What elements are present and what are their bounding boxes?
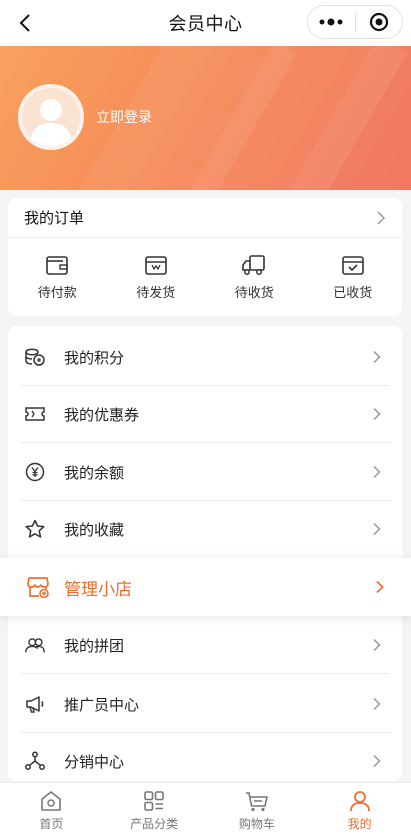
orders-card: 我的订单 待付款 待发货 待收货 已收货	[8, 198, 402, 316]
coins-icon	[24, 346, 46, 368]
avatar[interactable]	[18, 84, 84, 150]
bottom-tab-bar: 首页 产品分类 购物车 我的	[0, 782, 411, 838]
chevron-right-icon	[370, 522, 384, 536]
menu-item-coupons[interactable]: 我的优惠券	[8, 385, 402, 443]
menu-item-label: 我的余额	[64, 463, 125, 482]
order-status-label: 待发货	[136, 285, 176, 301]
orders-title: 我的订单	[24, 209, 85, 227]
more-button[interactable]	[308, 6, 355, 38]
chevron-right-icon	[370, 754, 384, 768]
back-button[interactable]	[10, 8, 40, 38]
order-status-pending-payment[interactable]: 待付款	[8, 238, 107, 316]
order-status-pending-shipment[interactable]: 待发货	[107, 238, 206, 316]
category-icon	[144, 790, 164, 811]
chevron-right-icon	[370, 350, 384, 364]
cart-icon	[245, 791, 268, 811]
menu-item-points[interactable]: 我的积分	[8, 328, 402, 386]
chevron-right-icon	[377, 210, 386, 225]
target-icon	[369, 12, 388, 32]
menu-item-label: 推广员中心	[64, 695, 140, 714]
menu-item-favorites[interactable]: 我的收藏	[8, 500, 402, 558]
truck-icon	[242, 254, 266, 275]
star-icon	[24, 518, 46, 540]
chevron-right-icon	[370, 407, 384, 421]
chevron-right-icon	[370, 638, 384, 652]
orders-header[interactable]: 我的订单	[8, 198, 402, 238]
tab-label: 我的	[347, 816, 372, 831]
top-nav-bar: 会员中心	[0, 0, 411, 46]
wallet-icon	[46, 255, 69, 275]
manage-shop-button[interactable]: 管理小店	[0, 558, 411, 616]
coupon-icon	[24, 403, 46, 425]
order-status-label: 待收货	[234, 285, 274, 301]
box-check-icon	[341, 255, 364, 275]
menu-item-label: 我的优惠券	[64, 405, 140, 424]
default-avatar-icon	[30, 99, 72, 146]
tab-label: 产品分类	[130, 816, 179, 831]
tab-label: 购物车	[238, 816, 275, 831]
menu-item-balance[interactable]: 我的余额	[8, 443, 402, 501]
profile-header: 立即登录	[0, 46, 411, 190]
package-icon	[144, 255, 167, 275]
chevron-left-icon	[19, 14, 30, 32]
share-icon	[24, 750, 46, 772]
menu-item-label: 我的积分	[64, 348, 125, 367]
order-status-pending-receipt[interactable]: 待收货	[205, 238, 304, 316]
more-dots-icon	[319, 18, 343, 26]
order-status-label: 已收货	[333, 285, 373, 301]
tab-categories[interactable]: 产品分类	[103, 783, 206, 838]
home-icon	[41, 790, 62, 811]
menu-item-promoter-center[interactable]: 推广员中心	[8, 675, 402, 733]
tab-home[interactable]: 首页	[0, 783, 103, 838]
megaphone-icon	[24, 693, 46, 715]
order-status-received[interactable]: 已收货	[304, 238, 403, 316]
chevron-right-icon	[376, 580, 384, 594]
tab-mine[interactable]: 我的	[308, 783, 411, 838]
user-icon	[349, 790, 370, 811]
chevron-right-icon	[370, 697, 384, 711]
page-title: 会员中心	[168, 14, 243, 35]
menu-item-label: 我的收藏	[64, 520, 125, 539]
login-link[interactable]: 立即登录	[96, 107, 152, 127]
group-icon	[24, 634, 46, 656]
menu-item-group-buy[interactable]: 我的拼团	[8, 616, 402, 674]
menu-item-distribution-center[interactable]: 分销中心	[8, 732, 402, 781]
menu-card: 我的积分 我的优惠券 我的余额 我的收藏 我的拼团 推广员中心 分销中心	[8, 326, 402, 781]
menu-item-label: 我的拼团	[64, 636, 125, 655]
close-miniprogram-button[interactable]	[356, 6, 403, 38]
menu-item-label: 分销中心	[64, 752, 125, 771]
yen-icon	[24, 461, 46, 483]
manage-shop-label: 管理小店	[64, 579, 132, 600]
mini-program-capsule	[307, 5, 403, 39]
chevron-right-icon	[370, 465, 384, 479]
order-status-label: 待付款	[37, 285, 77, 301]
shop-icon	[27, 577, 49, 598]
divider	[20, 673, 390, 674]
tab-label: 首页	[39, 816, 64, 831]
tab-cart[interactable]: 购物车	[206, 783, 309, 838]
